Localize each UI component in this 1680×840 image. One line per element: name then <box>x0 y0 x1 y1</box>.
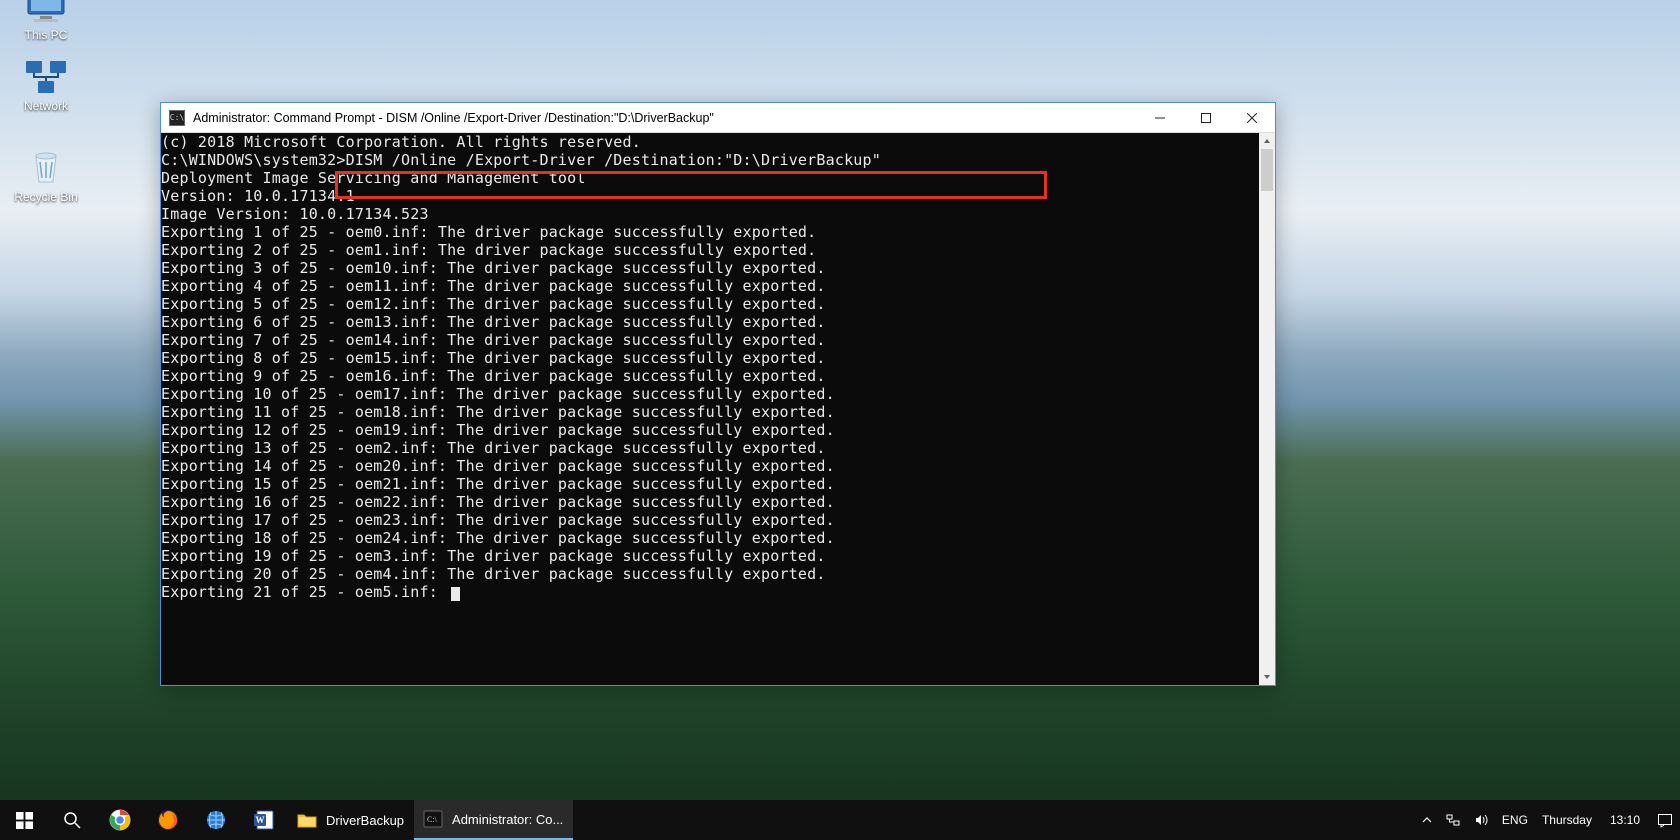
cmd-icon: C:\ <box>422 808 444 830</box>
console-scrollbar[interactable] <box>1259 133 1275 685</box>
computer-icon <box>22 0 70 26</box>
chrome-icon <box>109 809 131 831</box>
start-button[interactable] <box>0 800 48 840</box>
taskbar-app-cmd[interactable]: C:\ Administrator: Co... <box>414 800 573 840</box>
desktop-icon-recycle-bin[interactable]: Recycle Bin <box>6 148 86 204</box>
tray-day[interactable]: Thursday <box>1542 813 1592 827</box>
search-icon <box>63 811 81 829</box>
minimize-button[interactable] <box>1137 103 1183 133</box>
console-output[interactable]: (c) 2018 Microsoft Corporation. All righ… <box>161 133 1275 685</box>
scroll-thumb[interactable] <box>1261 149 1273 191</box>
maximize-button[interactable] <box>1183 103 1229 133</box>
notifications-button[interactable] <box>1650 800 1680 840</box>
taskbar-clock[interactable]: 13:10 <box>1600 813 1650 827</box>
tray-lang[interactable]: ENG <box>1502 813 1528 827</box>
close-button[interactable] <box>1229 103 1275 133</box>
window-titlebar[interactable]: C:\ Administrator: Command Prompt - DISM… <box>161 103 1275 133</box>
svg-text:W: W <box>256 815 265 825</box>
taskbar-app-explorer[interactable]: DriverBackup <box>288 800 414 840</box>
desktop-icon-network[interactable]: Network <box>6 57 86 113</box>
firefox-icon <box>157 809 179 831</box>
command-prompt-window[interactable]: C:\ Administrator: Command Prompt - DISM… <box>160 102 1276 686</box>
desktop-icon-this-pc[interactable]: This PC <box>6 0 86 42</box>
system-tray[interactable]: ENG Thursday <box>1414 813 1600 827</box>
search-button[interactable] <box>48 800 96 840</box>
notification-icon <box>1657 812 1673 828</box>
scroll-down-button[interactable] <box>1259 669 1275 685</box>
recycle-bin-icon <box>22 148 70 188</box>
taskbar-app-firefox[interactable] <box>144 800 192 840</box>
chevron-up-icon[interactable] <box>1422 815 1432 825</box>
clock-time: 13:10 <box>1610 813 1640 827</box>
volume-icon[interactable] <box>1474 813 1488 827</box>
scroll-up-button[interactable] <box>1259 133 1275 149</box>
desktop-icon-label: This PC <box>6 28 86 42</box>
network-icon <box>22 57 70 97</box>
cmd-icon: C:\ <box>169 110 185 126</box>
svg-text:C:\: C:\ <box>427 815 438 824</box>
scroll-track[interactable] <box>1259 149 1275 669</box>
network-tray-icon[interactable] <box>1446 813 1460 827</box>
taskbar-app-label: DriverBackup <box>326 813 404 828</box>
taskbar-app-chrome[interactable] <box>96 800 144 840</box>
word-icon: W <box>253 809 275 831</box>
taskbar-app-word[interactable]: W <box>240 800 288 840</box>
taskbar[interactable]: W DriverBackup C:\ Administrator: Co... … <box>0 800 1680 840</box>
window-title: Administrator: Command Prompt - DISM /On… <box>193 111 1137 125</box>
taskbar-app-edge[interactable] <box>192 800 240 840</box>
desktop-icon-label: Network <box>6 99 86 113</box>
folder-icon <box>296 809 318 831</box>
taskbar-app-label: Administrator: Co... <box>452 812 563 827</box>
windows-icon <box>16 812 33 829</box>
desktop-icon-label: Recycle Bin <box>6 190 86 204</box>
globe-icon <box>205 809 227 831</box>
